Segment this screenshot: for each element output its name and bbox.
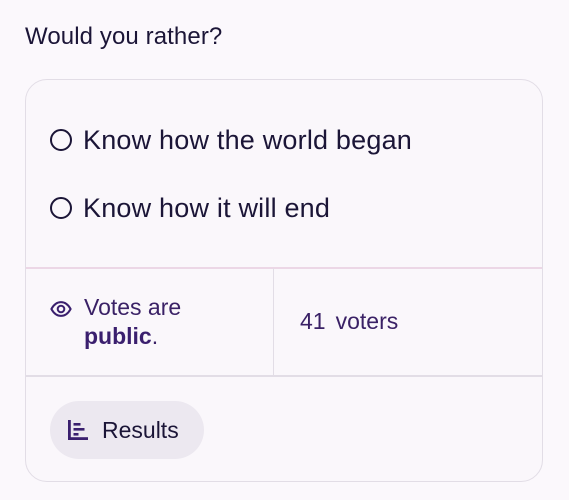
eye-icon [50,301,72,317]
results-label: Results [102,416,179,443]
bar-chart-icon [68,420,88,440]
poll-options: Know how the world began Know how it wil… [26,80,542,268]
votes-visibility: Votes are public. [26,268,274,375]
visibility-prefix: Votes are [84,294,182,320]
divider [26,375,542,377]
poll-option-label: Know how it will end [83,192,331,223]
poll-question: Would you rather? [25,23,223,50]
poll-page: Would you rather? Know how the world beg… [0,0,569,500]
poll-card: Know how the world began Know how it wil… [25,79,543,482]
voters-count: 41 [300,308,326,334]
poll-stats: Votes are public. 41 voters [26,268,542,375]
poll-option-2[interactable]: Know how it will end [50,188,330,228]
poll-option-1[interactable]: Know how the world began [50,120,412,160]
voters-label: voters [335,308,399,334]
voters-count-section: 41 voters [274,268,542,375]
results-button[interactable]: Results [50,401,204,459]
visibility-value: public [84,323,152,349]
radio-button-icon[interactable] [50,129,72,151]
visibility-suffix: . [151,323,159,349]
visibility-text: Votes are public. [84,293,181,351]
poll-option-label: Know how the world began [83,124,413,155]
radio-button-icon[interactable] [50,197,72,219]
